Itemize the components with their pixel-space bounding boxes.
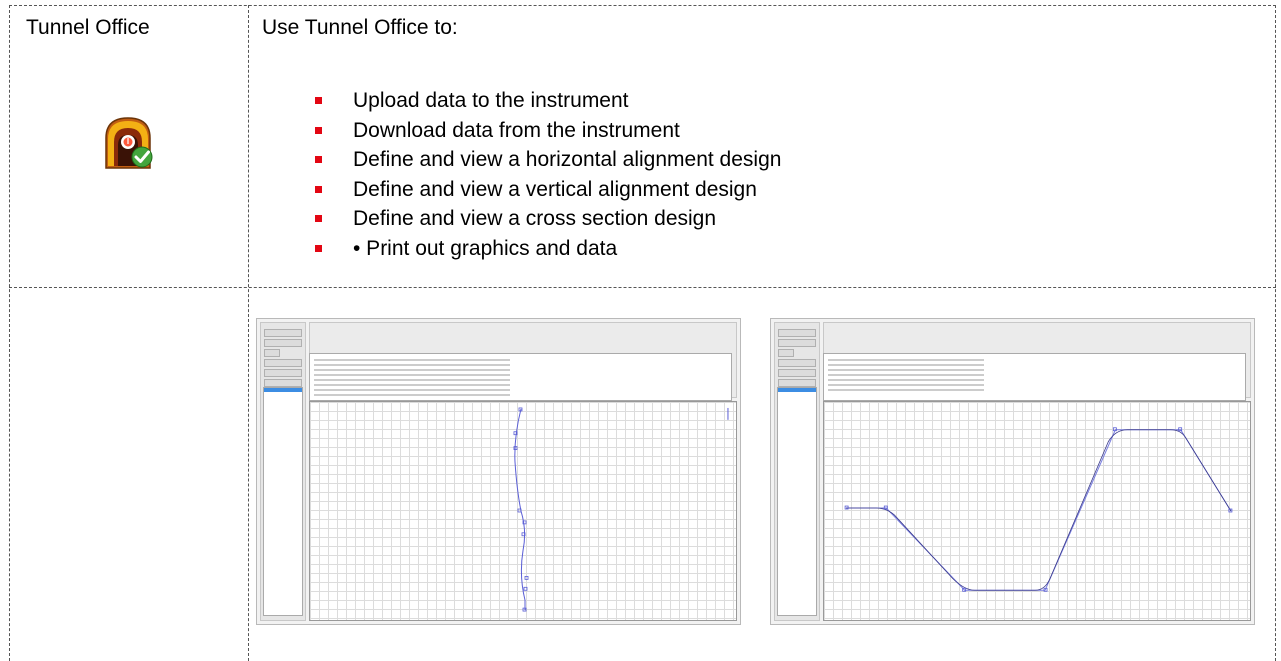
element-table [309, 353, 732, 401]
bullet-square-icon [315, 156, 322, 163]
panel-button [264, 379, 302, 387]
panel-button [778, 359, 816, 367]
list-item: Define and view a horizontal alignment d… [315, 145, 781, 175]
panel-field [778, 349, 794, 357]
bullet-square-icon [315, 97, 322, 104]
panel-button [264, 359, 302, 367]
element-table [823, 353, 1246, 401]
selected-row [778, 388, 816, 392]
alignment-list [263, 387, 303, 616]
panel-button [264, 369, 302, 377]
list-item: • Print out graphics and data [315, 234, 781, 264]
bullet-square-icon [315, 244, 322, 252]
selected-row [264, 388, 302, 392]
profile-curve [844, 427, 1233, 592]
bullet-square-icon [315, 185, 322, 193]
list-item-label: Define and view a horizontal alignment d… [353, 148, 782, 171]
list-item-label: Download data from the instrument [353, 118, 680, 142]
app-title: Tunnel Office [26, 16, 150, 39]
list-item-label: • Print out graphics and data [353, 236, 618, 260]
panel-field [264, 349, 280, 357]
alignment-side-panel [774, 322, 820, 621]
panel-button [778, 339, 816, 347]
tunnel-app-icon [98, 112, 158, 172]
vertical-alignment-screenshot [770, 318, 1255, 625]
panel-button [264, 339, 302, 347]
grid-line [248, 5, 249, 661]
panel-button [264, 329, 302, 337]
feature-list: Upload data to the instrument Download d… [315, 86, 781, 263]
list-item: Define and view a vertical alignment des… [315, 175, 781, 205]
table-rows [314, 359, 510, 396]
list-item: Download data from the instrument [315, 116, 781, 146]
horizontal-alignment-plot [309, 401, 737, 621]
panel-button [778, 329, 816, 337]
list-item: Upload data to the instrument [315, 86, 781, 116]
grid-line [9, 287, 1276, 288]
bullet-square-icon [315, 215, 322, 222]
horizontal-alignment-screenshot [256, 318, 741, 625]
section-heading: Use Tunnel Office to: [262, 16, 458, 39]
panel-button [778, 379, 816, 387]
list-item-label: Define and view a vertical alignment des… [353, 177, 757, 201]
grid-line [9, 5, 1276, 6]
grid-line [1275, 5, 1276, 661]
table-rows [828, 359, 984, 391]
alignment-curve [513, 407, 729, 612]
grid-line [9, 5, 10, 661]
alignment-list [777, 387, 817, 616]
bullet-square-icon [315, 126, 322, 134]
vertical-alignment-plot [823, 401, 1251, 621]
alignment-side-panel [260, 322, 306, 621]
panel-button [778, 369, 816, 377]
list-item-label: Define and view a cross section design [353, 207, 717, 230]
list-item-label: Upload data to the instrument [353, 89, 629, 112]
list-item: Define and view a cross section design [315, 204, 781, 234]
